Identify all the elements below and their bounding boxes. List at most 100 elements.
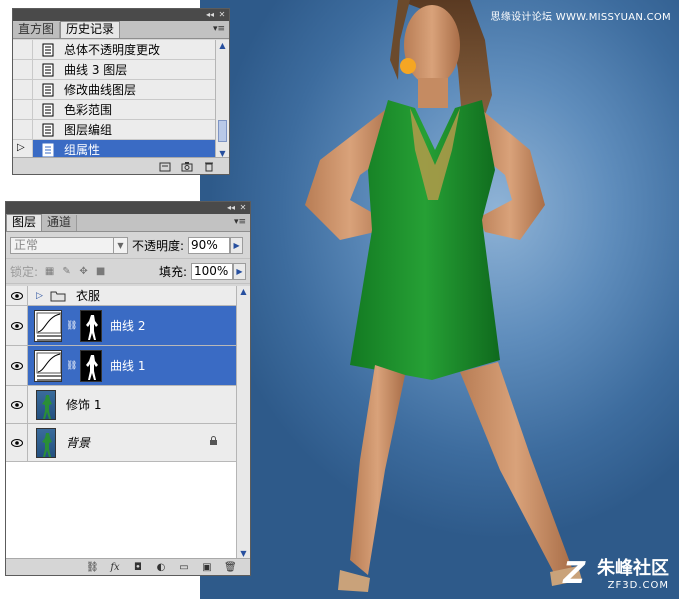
layer-row-group[interactable]: ▷ 衣服: [6, 286, 236, 306]
tab-channels[interactable]: 通道: [42, 215, 78, 231]
history-source-checkbox[interactable]: [13, 79, 33, 100]
curves-adjustment-icon: [34, 309, 62, 342]
history-panel: ◂◂ ✕ 直方图 历史记录 ▾≡ 总体不透明度更改 曲线 3 图层 修改曲线图层…: [12, 8, 230, 175]
fill-slider-arrow-icon[interactable]: ▶: [233, 262, 246, 280]
visibility-toggle[interactable]: [6, 306, 28, 345]
scroll-up-icon[interactable]: ▲: [216, 40, 229, 52]
blend-mode-select[interactable]: 正常 ▼: [10, 236, 128, 254]
collapse-icon[interactable]: ◂◂: [206, 11, 214, 19]
lock-transparency-icon[interactable]: ▦: [44, 266, 55, 277]
history-tabs: 直方图 历史记录 ▾≡: [13, 21, 229, 39]
fill-label: 填充:: [158, 264, 187, 279]
layer-mask-thumbnail[interactable]: [80, 349, 102, 382]
layer-row-background[interactable]: 背景: [6, 424, 236, 462]
mask-icon[interactable]: ◘: [132, 562, 144, 573]
layer-name: 曲线 2: [110, 319, 146, 333]
lock-brush-icon[interactable]: ✎: [61, 266, 72, 277]
blend-mode-value: 正常: [14, 237, 39, 252]
canvas-photo: 思缘设计论坛 WWW.MISSYUAN.COM Z 朱峰社区 ZF3D.COM: [200, 0, 679, 599]
history-item-label: 修改曲线图层: [64, 83, 137, 97]
adjustment-icon[interactable]: ◐: [155, 562, 167, 573]
tab-layers[interactable]: 图层: [6, 214, 43, 231]
new-layer-icon[interactable]: ▣: [201, 562, 213, 573]
history-state-icon: [42, 103, 56, 117]
lock-move-icon[interactable]: ✥: [78, 266, 89, 277]
layers-scrollbar[interactable]: ▲ ▼: [236, 286, 250, 560]
layer-thumbnail[interactable]: [36, 389, 56, 420]
layers-tabs: 图层 通道 ▾≡: [6, 214, 250, 232]
opacity-input[interactable]: 90%: [188, 236, 231, 254]
tab-history[interactable]: 历史记录: [60, 21, 121, 38]
new-document-from-state-icon[interactable]: [159, 161, 171, 172]
layer-thumbnail[interactable]: [36, 427, 56, 458]
layer-row-curves-2[interactable]: ⛓ 曲线 2: [6, 306, 236, 346]
visibility-toggle[interactable]: [6, 346, 28, 385]
history-item[interactable]: 曲线 3 图层: [13, 59, 215, 80]
eye-icon: [10, 438, 23, 447]
lock-fill-row: 锁定: ▦ ✎ ✥ ■ 填充: 100% ▶: [6, 259, 250, 284]
history-item-label: 曲线 3 图层: [64, 63, 128, 77]
history-list: 总体不透明度更改 曲线 3 图层 修改曲线图层 色彩范围 图层编组 ▷ 组属性: [13, 40, 215, 160]
lock-label: 锁定:: [10, 264, 39, 279]
mask-link-icon[interactable]: ⛓: [66, 321, 77, 331]
history-state-icon: [42, 143, 56, 157]
history-item-label: 总体不透明度更改: [64, 43, 161, 57]
history-scrollbar[interactable]: ▲ ▼: [215, 40, 229, 160]
history-source-checkbox[interactable]: [13, 99, 33, 120]
opacity-slider-arrow-icon[interactable]: ▶: [230, 236, 244, 254]
fill-input[interactable]: 100%: [191, 262, 233, 280]
layers-panel: ◂◂ ✕ 图层 通道 ▾≡ 正常 ▼ 不透明度: 90% ▶ 锁定: ▦ ✎ ✥…: [5, 201, 251, 576]
layer-mask-thumbnail[interactable]: [80, 309, 102, 342]
visibility-toggle[interactable]: [6, 424, 28, 461]
tab-histogram[interactable]: 直方图: [13, 22, 61, 38]
scroll-thumb[interactable]: [218, 120, 227, 142]
layer-list: ▷ 衣服 ⛓ 曲线 2 ⛓ 曲线 1 修饰 1 背景: [6, 286, 236, 560]
history-titlebar[interactable]: ◂◂ ✕: [13, 9, 229, 21]
history-item-label: 图层编组: [64, 123, 113, 137]
watermark-logo-cn: 朱峰社区: [597, 558, 669, 579]
history-item[interactable]: 图层编组: [13, 119, 215, 140]
snapshot-camera-icon[interactable]: [181, 161, 193, 172]
visibility-toggle[interactable]: [6, 386, 28, 423]
history-source-checkbox[interactable]: [13, 40, 33, 60]
layers-titlebar[interactable]: ◂◂ ✕: [6, 202, 250, 214]
mask-link-icon[interactable]: ⛓: [66, 361, 77, 371]
lock-all-icon[interactable]: ■: [95, 266, 106, 277]
trash-icon[interactable]: [203, 161, 215, 172]
chevron-down-icon[interactable]: ▼: [113, 237, 127, 253]
lock-icon: [210, 436, 217, 445]
curves-adjustment-icon: [34, 349, 62, 382]
close-icon[interactable]: ✕: [218, 11, 226, 19]
link-icon[interactable]: ⛓: [86, 562, 99, 573]
opacity-label: 不透明度:: [132, 238, 185, 253]
layer-row-retouch[interactable]: 修饰 1: [6, 386, 236, 424]
blend-opacity-row: 正常 ▼ 不透明度: 90% ▶: [6, 232, 250, 259]
panel-menu-icon[interactable]: ▾≡: [213, 24, 225, 34]
visibility-toggle[interactable]: [6, 286, 28, 305]
eye-icon: [10, 321, 23, 330]
scroll-up-icon[interactable]: ▲: [237, 286, 250, 298]
trash-icon[interactable]: 🗑: [224, 562, 237, 573]
history-state-icon: [42, 63, 56, 77]
watermark-top: 思缘设计论坛 WWW.MISSYUAN.COM: [490, 12, 671, 23]
watermark-logo-en: ZF3D.COM: [607, 580, 669, 591]
layers-footer: ⛓ fx ◘ ◐ ▭ ▣ 🗑: [6, 558, 250, 575]
model-illustration: [305, 0, 582, 592]
collapse-icon[interactable]: ◂◂: [227, 204, 235, 212]
layer-row-curves-1[interactable]: ⛓ 曲线 1: [6, 346, 236, 386]
fx-icon[interactable]: fx: [109, 562, 121, 573]
layer-name: 曲线 1: [110, 359, 146, 373]
history-item-label: 色彩范围: [64, 103, 113, 117]
layer-name: 修饰 1: [66, 398, 102, 412]
history-source-checkbox[interactable]: [13, 59, 33, 80]
group-expand-triangle-icon[interactable]: ▷: [36, 291, 50, 301]
history-item[interactable]: 色彩范围: [13, 99, 215, 120]
history-item[interactable]: 修改曲线图层: [13, 79, 215, 100]
history-state-icon: [42, 123, 56, 137]
panel-menu-icon[interactable]: ▾≡: [234, 217, 246, 227]
folder-icon[interactable]: ▭: [178, 562, 190, 573]
history-item[interactable]: 总体不透明度更改: [13, 40, 215, 60]
history-source-checkbox[interactable]: [13, 119, 33, 140]
close-icon[interactable]: ✕: [239, 204, 247, 212]
folder-icon: [50, 291, 66, 301]
